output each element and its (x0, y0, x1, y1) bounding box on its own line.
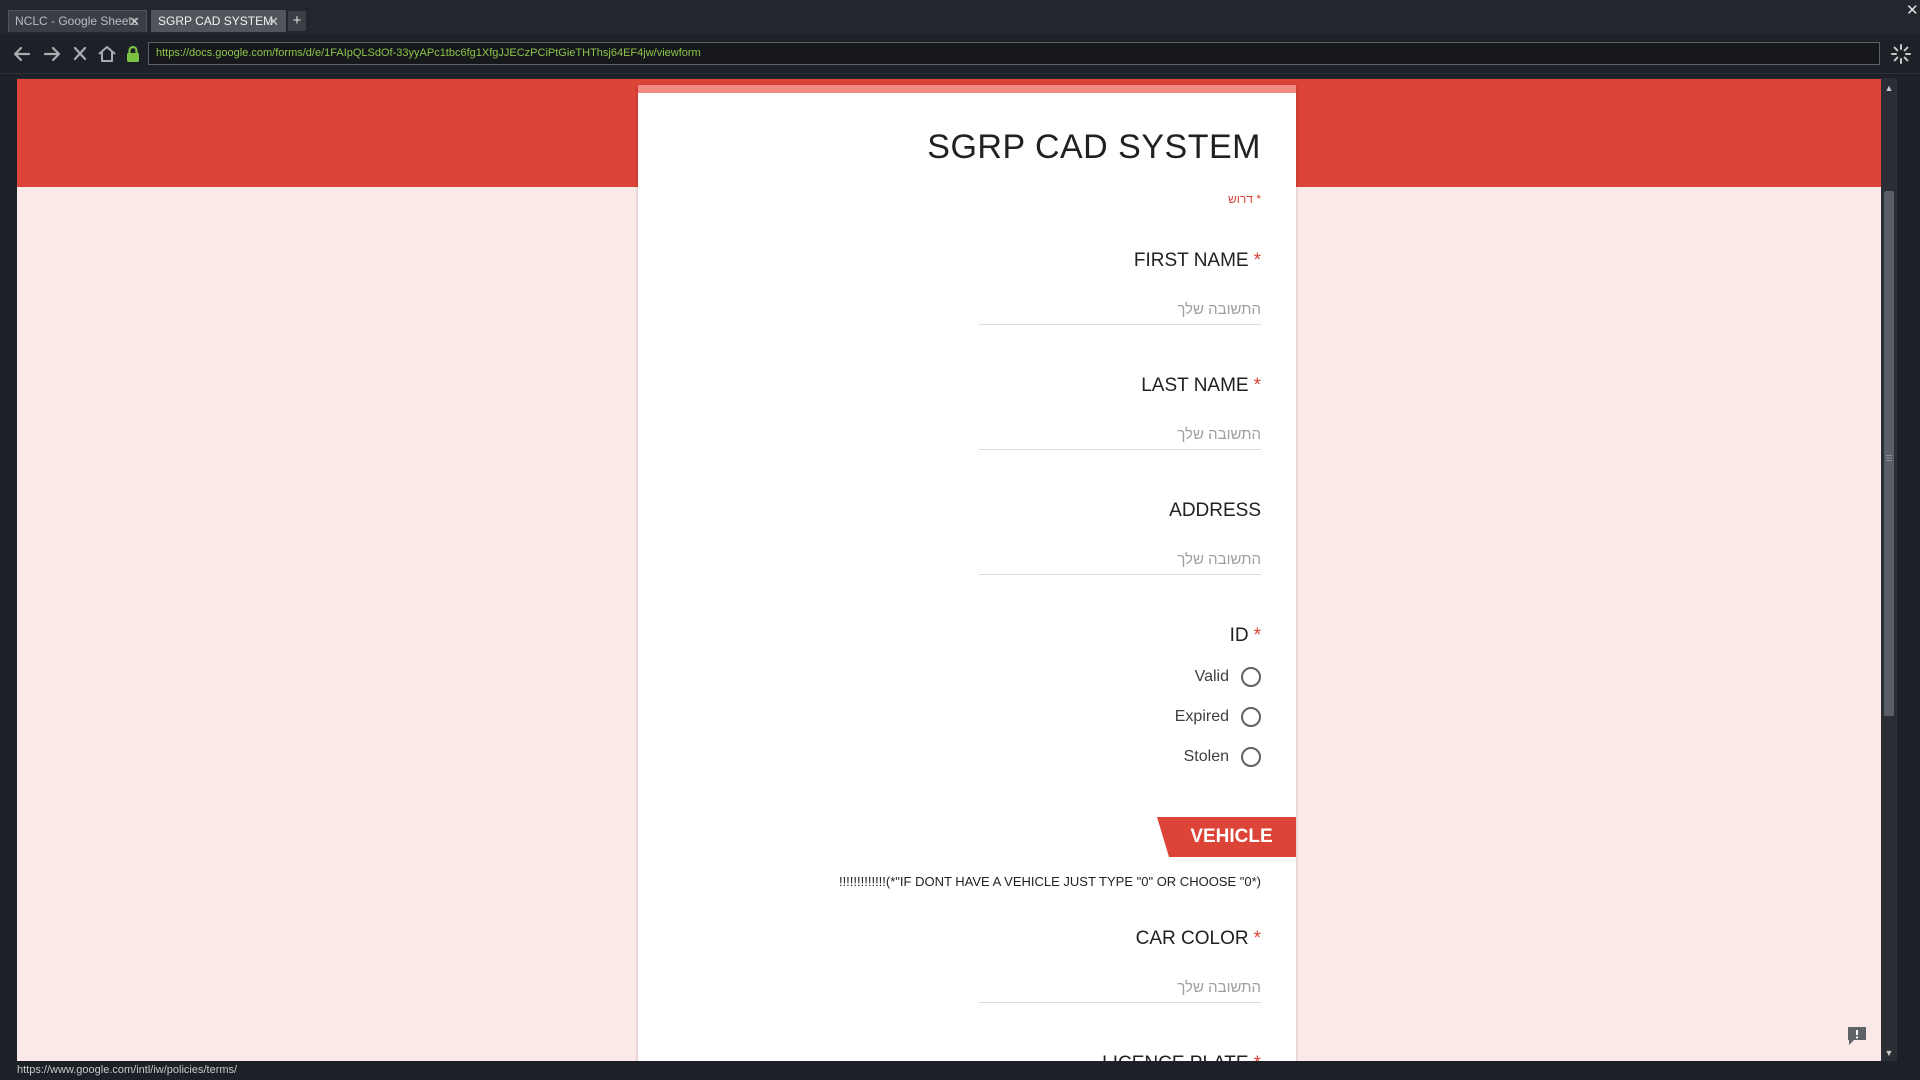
tab-nclc-google-sheets[interactable]: NCLC - Google Sheets ✕ (8, 10, 147, 32)
question-licence-plate: LICENCE PLATE * (1102, 1053, 1261, 1061)
required-note: * דרוש (1228, 192, 1261, 206)
required-asterisk: * (1253, 928, 1261, 949)
scroll-down-arrow-icon[interactable]: ▼ (1881, 1046, 1897, 1060)
form-title: SGRP CAD SYSTEM (927, 128, 1261, 166)
form-card: SGRP CAD SYSTEM * דרוש FIRST NAME* LAST … (638, 85, 1296, 1061)
close-icon[interactable]: ✕ (268, 11, 279, 32)
required-asterisk: * (1253, 375, 1261, 396)
question-label: LAST NAME (1141, 375, 1249, 396)
required-asterisk: * (1254, 1053, 1261, 1061)
radio-option-expired[interactable]: Expired (1175, 705, 1261, 729)
page-viewport: SGRP CAD SYSTEM * דרוש FIRST NAME* LAST … (17, 78, 1897, 1061)
question-first-name: FIRST NAME * (1134, 250, 1261, 272)
stop-icon[interactable] (68, 43, 92, 65)
tab-sgrp-cad-system[interactable]: SGRP CAD SYSTEM ✕ (151, 10, 286, 32)
first-name-input[interactable] (979, 295, 1261, 325)
card-accent-bar (638, 85, 1296, 93)
tab-title: SGRP CAD SYSTEM (158, 14, 274, 28)
tab-title: NCLC - Google Sheets (15, 14, 138, 28)
section-header-vehicle: VEHICLE (1157, 817, 1296, 857)
question-last-name: LAST NAME * (1141, 375, 1261, 397)
question-label: CAR COLOR (1135, 928, 1249, 949)
question-label: ID (1229, 625, 1249, 646)
question-id: ID * (1230, 625, 1261, 647)
required-asterisk: * (1253, 250, 1261, 271)
browser-toolbar: https://docs.google.com/forms/d/e/1FAIpQ… (0, 34, 1920, 74)
last-name-input[interactable] (979, 420, 1261, 450)
section-description: !!!!!!!!!!!!!(*"IF DONT HAVE A VEHICLE J… (838, 874, 1261, 889)
lock-icon (121, 43, 145, 65)
scroll-up-arrow-icon[interactable]: ▲ (1881, 81, 1897, 95)
question-label: ADDRESS (1169, 500, 1261, 521)
close-icon[interactable]: ✕ (129, 11, 140, 32)
vertical-scrollbar[interactable]: ▲ ▼ (1881, 79, 1897, 1061)
car-color-input[interactable] (979, 973, 1261, 1003)
radio-circle-icon[interactable] (1241, 707, 1261, 727)
radio-option-valid[interactable]: Valid (1195, 665, 1261, 689)
new-tab-button[interactable]: + (288, 11, 306, 31)
back-arrow-icon[interactable] (10, 43, 34, 65)
question-label: FIRST NAME (1133, 250, 1249, 271)
forward-arrow-icon[interactable] (40, 43, 64, 65)
radio-option-stolen[interactable]: Stolen (1184, 745, 1261, 769)
feedback-icon[interactable] (1845, 1025, 1869, 1047)
radio-label: Expired (1174, 708, 1229, 725)
required-asterisk: * (1253, 625, 1261, 646)
window-close-icon[interactable]: ✕ (1906, 0, 1920, 24)
radio-label: Valid (1194, 668, 1229, 685)
scrollbar-grip-icon (1884, 449, 1894, 461)
home-icon[interactable] (95, 43, 119, 65)
question-label: LICENCE PLATE (1102, 1053, 1248, 1061)
radio-circle-icon[interactable] (1241, 747, 1261, 767)
question-car-color: CAR COLOR * (1136, 928, 1261, 950)
address-bar[interactable]: https://docs.google.com/forms/d/e/1FAIpQ… (148, 42, 1880, 65)
radio-circle-icon[interactable] (1241, 667, 1261, 687)
radio-label: Stolen (1183, 748, 1229, 765)
address-input[interactable] (979, 545, 1261, 575)
status-bar: https://www.google.com/intl/iw/policies/… (0, 1061, 1920, 1080)
question-address: ADDRESS (1169, 500, 1261, 522)
loading-spinner-icon (1890, 43, 1912, 65)
tab-bar: NCLC - Google Sheets ✕ SGRP CAD SYSTEM ✕… (0, 0, 1920, 34)
